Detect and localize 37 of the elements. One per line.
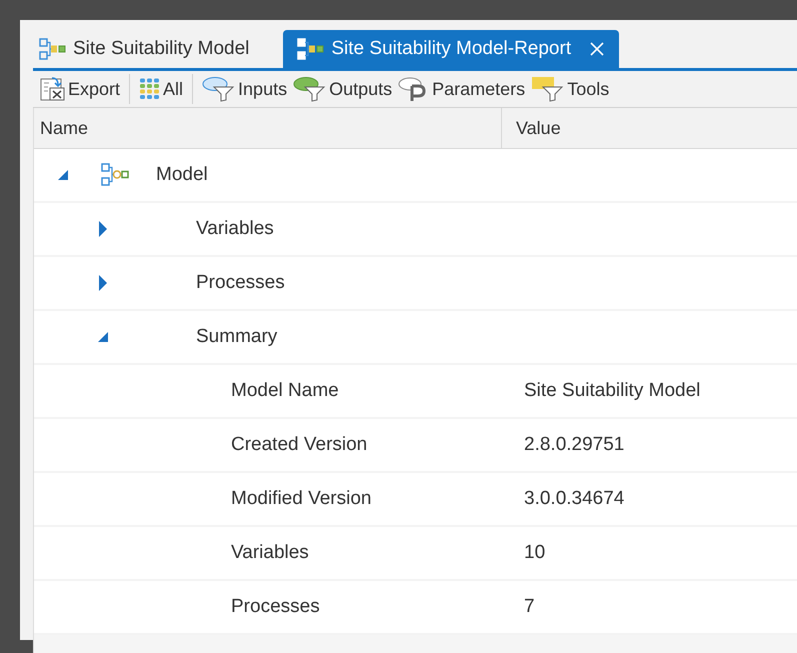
tree-item-label[interactable]: Summary (196, 326, 278, 348)
toolbar-button[interactable]: Tools (528, 71, 612, 107)
table-cell: 10 (524, 542, 546, 563)
close-icon[interactable] (589, 41, 606, 57)
table-cell: 7 (524, 596, 535, 617)
table-cell: Site Suitability Model (524, 380, 700, 401)
filter-icon (202, 76, 236, 102)
tree-item-label: Model Name (231, 380, 339, 402)
toolbar-button[interactable]: Outputs (290, 71, 396, 107)
collapse-icon[interactable] (96, 330, 110, 344)
collapse-icon[interactable] (56, 168, 70, 182)
toolbar-button[interactable]: All (136, 71, 186, 107)
filter-icon (293, 76, 328, 102)
toolbar-button[interactable]: Inputs (199, 71, 290, 107)
model-icon (297, 38, 326, 60)
toolbar-button[interactable]: Parameters (395, 71, 528, 107)
filter-icon (531, 76, 566, 102)
column-header[interactable]: Name (34, 108, 502, 148)
tab[interactable]: Site Suitability Model-Report (283, 30, 620, 68)
tree-item-label: Variables (231, 542, 309, 564)
column-header[interactable]: Value (502, 118, 561, 138)
tree-item-label[interactable]: Variables (196, 218, 274, 240)
toolbar-button[interactable]: Export (37, 71, 124, 107)
model-icon (39, 38, 67, 60)
export-icon (40, 76, 66, 102)
grid-icon (139, 78, 162, 100)
expand-icon[interactable] (96, 220, 110, 238)
model-icon (101, 163, 131, 187)
tree-item-label[interactable]: Model (156, 164, 208, 186)
tree-item-label: Created Version (231, 434, 368, 456)
tree-item-label: Processes (231, 596, 320, 618)
tab[interactable]: Site Suitability Model (33, 30, 262, 68)
tree-item-label: Modified Version (231, 488, 372, 510)
expand-icon[interactable] (96, 274, 110, 292)
tree-item-label[interactable]: Processes (196, 272, 285, 294)
table-cell: 2.8.0.29751 (524, 434, 624, 455)
table-cell: 3.0.0.34674 (524, 488, 624, 509)
